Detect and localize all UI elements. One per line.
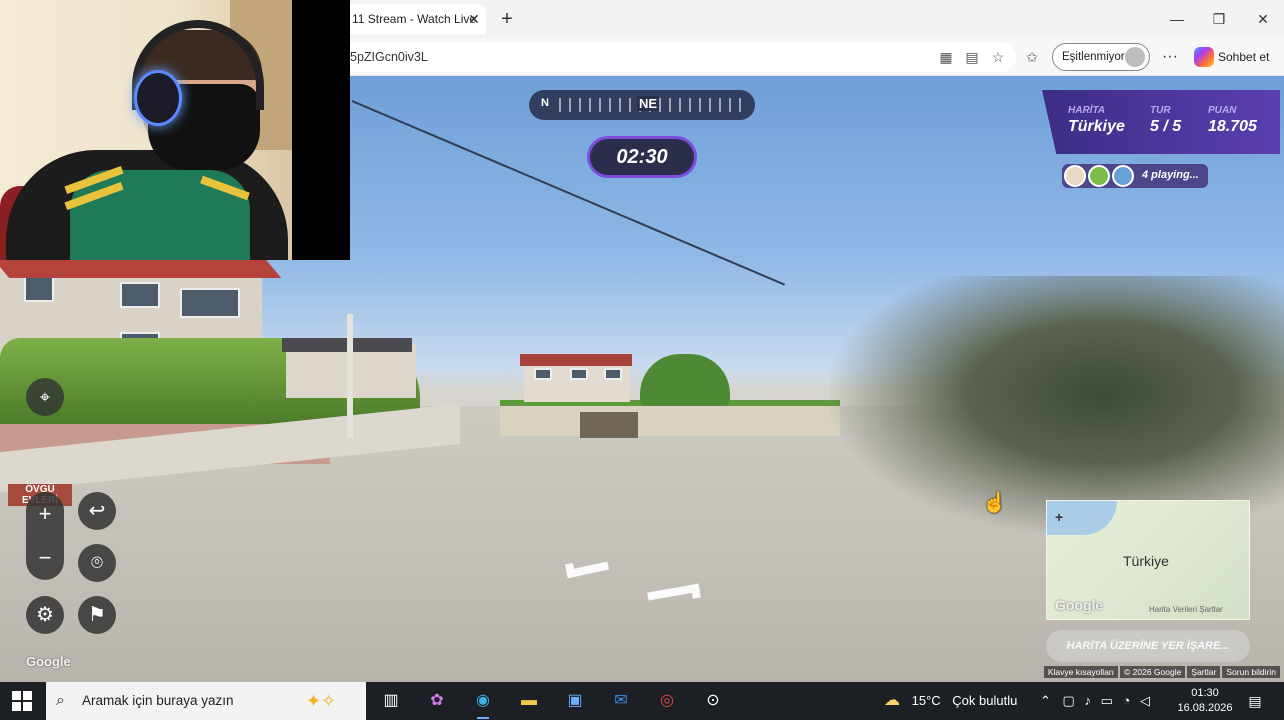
map-value: Türkiye [1068, 118, 1125, 135]
profile-sync-button[interactable]: Eşitlenmiyor [1052, 43, 1150, 71]
hand-cursor-icon: ☝ [982, 492, 1007, 514]
undo-move-button[interactable]: ↩ [78, 492, 116, 530]
map-info: HARİTA Türkiye [1068, 105, 1125, 136]
fence [500, 406, 840, 436]
microphone-icon[interactable]: ♪ [1084, 693, 1091, 708]
trees [640, 354, 730, 406]
search-placeholder: Aramak için buraya yazın [82, 693, 234, 708]
browser-tab[interactable]: 11 Stream - Watch Live [346, 4, 486, 34]
apps-icon[interactable]: ▦ [936, 47, 956, 67]
zoom-in-button[interactable]: + [26, 492, 64, 536]
system-clock[interactable]: 01:30 16.08.2026 [1172, 686, 1238, 716]
compass-north: N [541, 97, 549, 109]
weather-widget[interactable]: ☁ 15°C Çok bulutlu [884, 682, 1017, 720]
cloud-icon: ☁ [884, 692, 900, 709]
zoom-out-button[interactable]: − [26, 536, 64, 580]
players-count: 4 playing... [1142, 169, 1199, 181]
location-pin-button[interactable]: ⌖ [26, 378, 64, 416]
taskbar-search[interactable]: ⌕ Aramak için buraya yazın ✦✧ [46, 682, 366, 720]
weather-text: Çok bulutlu [952, 693, 1018, 708]
gate [580, 412, 638, 438]
profile-avatar [1125, 47, 1145, 67]
player-avatar [1088, 165, 1110, 187]
weather-temp: 15°C [911, 693, 941, 708]
jersey [64, 165, 250, 260]
recorder-icon[interactable]: ◎ [652, 687, 682, 715]
round-label: TUR [1150, 105, 1171, 116]
battery-icon[interactable]: ▭ [1101, 693, 1113, 708]
minimap-google-logo: Google [1055, 597, 1104, 613]
copilot-label: Sohbet et [1218, 50, 1270, 64]
maps-app-icon[interactable]: ⊙ [698, 687, 728, 715]
attribution-item[interactable]: Şartlar [1187, 666, 1221, 678]
tab-title: 11 Stream - Watch Live [352, 12, 477, 26]
settings-button[interactable]: ⚙ [26, 596, 64, 634]
system-tray: ⌃ ▢ ♪ ▭ ◔ ◁ [1040, 682, 1150, 720]
copilot-icon [1194, 47, 1214, 67]
outlook-icon[interactable]: ✉ [606, 687, 636, 715]
webcam-overlay [0, 0, 350, 260]
maximize-button[interactable]: ❐ [1204, 6, 1234, 32]
guess-minimap[interactable]: + Türkiye Google Harita Verileri Şartlar [1046, 500, 1250, 620]
compass: N NE [529, 90, 755, 120]
minimize-button[interactable]: — [1162, 6, 1192, 32]
start-button[interactable] [12, 691, 32, 711]
minimap-country-label: Türkiye [1123, 553, 1169, 569]
player-avatar [1112, 165, 1134, 187]
player-avatar [1064, 165, 1086, 187]
map-label: HARİTA [1068, 105, 1106, 116]
minimap-terms[interactable]: Harita Verileri Şartlar [1149, 605, 1223, 614]
round-info: TUR 5 / 5 [1150, 105, 1181, 136]
favorites-icon[interactable]: ✩ [1022, 47, 1042, 67]
favorite-star-icon[interactable]: ☆ [988, 47, 1008, 67]
more-options-button[interactable]: ··· [1160, 46, 1180, 68]
zoom-controls: + − [26, 492, 64, 580]
tab-close-icon[interactable]: ✕ [466, 9, 482, 29]
score-panel: HARİTA Türkiye TUR 5 / 5 PUAN 18.705 [1042, 90, 1280, 154]
clock-time: 01:30 [1191, 687, 1219, 699]
close-window-button[interactable]: ✕ [1248, 6, 1278, 32]
store-icon[interactable]: ▣ [560, 687, 590, 715]
volume-icon[interactable]: ◁ [1140, 693, 1150, 708]
google-watermark: Google [26, 654, 71, 669]
points-label: PUAN [1208, 105, 1237, 116]
url-text: 5pZIGcn0iv3L [350, 50, 428, 64]
attribution-item[interactable]: Klavye kısayolları [1043, 666, 1119, 678]
search-highlight-icon: ✦✧ [306, 691, 337, 711]
sync-label: Eşitlenmiyor [1062, 51, 1125, 63]
reader-icon[interactable]: ▤ [962, 47, 982, 67]
task-view-icon[interactable]: ▥ [376, 687, 406, 715]
attribution-item: © 2026 Google [1120, 666, 1186, 678]
points-value: 18.705 [1208, 118, 1257, 135]
minimap-zoom-in[interactable]: + [1055, 509, 1063, 525]
guess-button[interactable]: HARİTA ÜZERİNE YER İŞARE... [1046, 630, 1250, 662]
address-bar[interactable]: 5pZIGcn0iv3L [340, 42, 1016, 72]
points-info: PUAN 18.705 [1208, 105, 1257, 136]
attribution-item[interactable]: Sorun bildirin [1222, 666, 1280, 678]
power-cable [351, 100, 786, 286]
round-value: 5 / 5 [1150, 118, 1182, 135]
round-timer: 02:30 [587, 136, 697, 178]
edge-icon[interactable]: ◉ [468, 687, 498, 719]
flag-button[interactable]: ⚑ [78, 596, 116, 634]
copilot-button[interactable]: Sohbet et [1194, 46, 1280, 68]
notification-icon[interactable]: ▤ [1244, 690, 1266, 712]
compass-heading: NE [637, 96, 660, 111]
tray-chevron-icon[interactable]: ⌃ [1040, 693, 1051, 708]
blurred-area [830, 276, 1284, 536]
network-icon[interactable]: ◔ [1123, 693, 1131, 708]
search-icon: ⌕ [56, 692, 65, 709]
players-indicator[interactable]: 4 playing... [1062, 164, 1208, 188]
headset-earcup [134, 70, 182, 126]
new-tab-button[interactable]: + [496, 6, 518, 32]
camera-icon[interactable]: ▢ [1063, 693, 1075, 708]
clock-date: 16.08.2026 [1177, 702, 1233, 714]
street-light-pole [347, 314, 353, 438]
roof-center [520, 354, 632, 366]
map-attribution: Klavye kısayolları © 2026 Google Şartlar… [1043, 666, 1280, 678]
return-to-start-button[interactable]: ⌾ [78, 544, 116, 582]
copilot-app-icon[interactable]: ✿ [422, 687, 452, 715]
windows-taskbar: ⌕ Aramak için buraya yazın ✦✧ ▥ ✿ ◉ ▬ ▣ … [0, 682, 1284, 720]
file-explorer-icon[interactable]: ▬ [514, 687, 544, 715]
